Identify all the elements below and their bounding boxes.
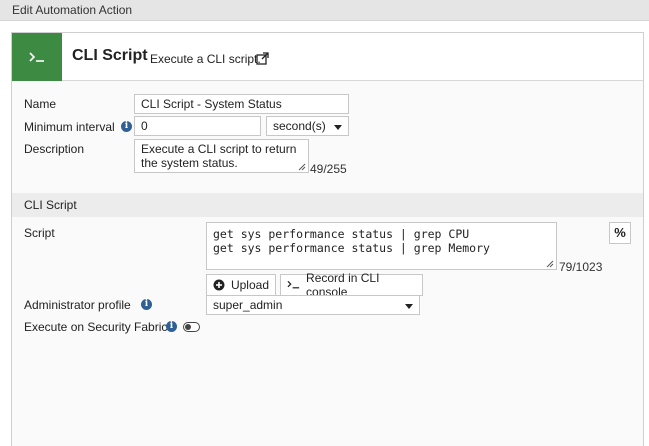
dialog-title: Edit Automation Action [12, 3, 133, 17]
resize-handle-icon[interactable] [546, 260, 554, 268]
dialog-titlebar: Edit Automation Action [0, 0, 649, 21]
description-textarea[interactable]: Execute a CLI script to return the syste… [134, 139, 309, 173]
admin-profile-value: super_admin [213, 298, 283, 312]
toggle-knob [185, 324, 191, 330]
script-counter: 79/1023 [559, 260, 603, 274]
description-label: Description [24, 142, 85, 156]
script-line: get sys performance status | grep Memory [213, 241, 490, 255]
terminal-icon [12, 33, 62, 81]
resize-handle-icon[interactable] [298, 163, 306, 171]
action-header: CLI Script Execute a CLI script. [12, 33, 643, 81]
script-line: get sys performance status | grep CPU [213, 227, 470, 241]
record-cli-console-button[interactable]: Record in CLI console [280, 271, 423, 299]
security-fabric-label: Execute on Security Fabric [24, 320, 168, 334]
cli-script-section-header: CLI Script [12, 193, 643, 217]
security-fabric-toggle[interactable] [183, 322, 200, 332]
interval-unit-select[interactable]: second(s) [266, 116, 349, 136]
action-panel: CLI Script Execute a CLI script. Name CL… [11, 32, 644, 446]
info-icon[interactable]: i [141, 299, 152, 310]
min-interval-input[interactable]: 0 [134, 116, 261, 136]
info-icon[interactable]: i [166, 321, 177, 332]
info-icon[interactable]: i [121, 121, 132, 132]
upload-button[interactable]: Upload [206, 274, 276, 296]
script-label: Script [24, 226, 55, 240]
action-type-description: Execute a CLI script. [150, 52, 261, 66]
upload-button-label: Upload [230, 278, 269, 292]
name-label: Name [24, 97, 57, 111]
action-type-title: CLI Script [72, 47, 148, 64]
admin-profile-select[interactable]: super_admin [206, 295, 420, 315]
upload-icon [213, 279, 225, 291]
external-link-icon[interactable] [256, 52, 269, 65]
percent-button[interactable]: % [609, 222, 631, 244]
chevron-down-icon [405, 304, 413, 309]
terminal-icon [287, 280, 300, 289]
section-title: CLI Script [24, 198, 77, 212]
chevron-down-icon [334, 125, 342, 130]
description-text: Execute a CLI script to return the syste… [141, 142, 297, 170]
interval-unit-value: second(s) [273, 119, 326, 133]
description-counter: 49/255 [310, 162, 347, 176]
script-textarea[interactable]: get sys performance status | grep CPU ge… [206, 222, 557, 270]
admin-profile-label: Administrator profile [24, 298, 131, 312]
name-input[interactable]: CLI Script - System Status [134, 94, 349, 114]
min-interval-label: Minimum interval [24, 120, 115, 134]
